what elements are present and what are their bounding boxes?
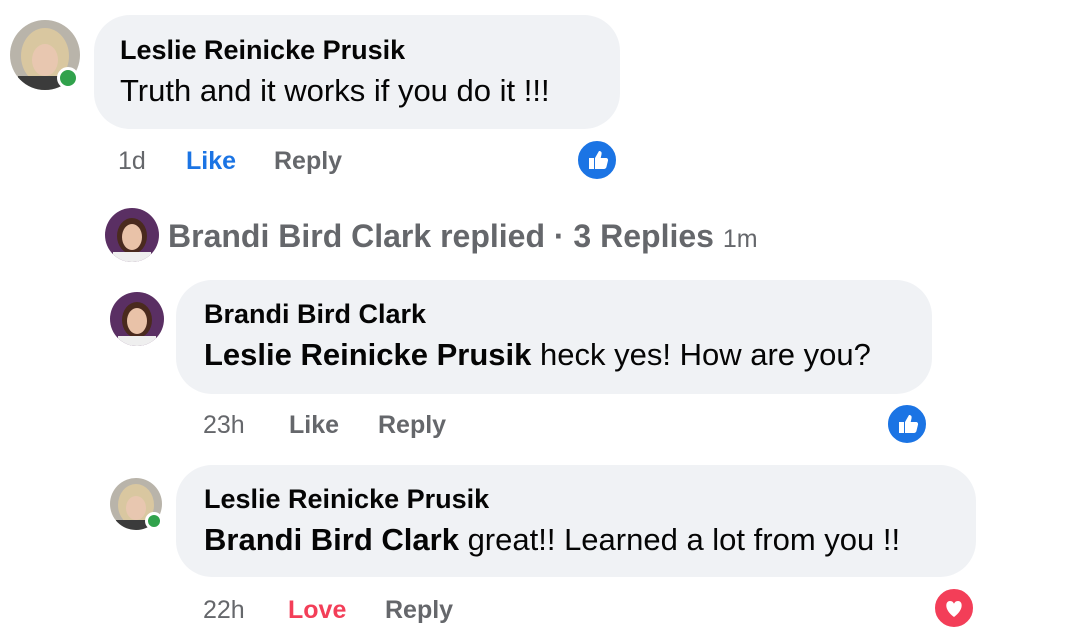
like-reaction-icon[interactable]	[575, 138, 619, 182]
reply-timestamp[interactable]: 22h	[203, 596, 245, 625]
online-status-dot	[57, 67, 79, 89]
reply-button[interactable]: Reply	[274, 147, 342, 176]
reply-button[interactable]: Reply	[385, 596, 453, 625]
reply-button[interactable]: Reply	[378, 411, 446, 440]
comment-text: Truth and it works if you do it !!!	[120, 73, 550, 108]
replied-verb: replied	[440, 218, 545, 254]
mention-link[interactable]: Leslie Reinicke Prusik	[204, 337, 531, 372]
like-button[interactable]: Like	[186, 147, 236, 176]
reply-body: great!! Learned a lot from you !!	[458, 522, 901, 557]
reply-author[interactable]: Leslie Reinicke Prusik	[204, 484, 489, 515]
comment-timestamp[interactable]: 1d	[118, 147, 146, 176]
replied-summary[interactable]: Brandi Bird Clark replied · 3 Replies 1m	[168, 218, 758, 255]
online-status-dot	[145, 512, 163, 530]
replied-separator: ·	[553, 218, 565, 254]
reply-text: Leslie Reinicke Prusik heck yes! How are…	[204, 337, 871, 373]
like-button[interactable]: Like	[289, 411, 339, 440]
avatar-brandi[interactable]	[110, 292, 164, 346]
reply-author[interactable]: Brandi Bird Clark	[204, 299, 426, 330]
reply-text: Brandi Bird Clark great!! Learned a lot …	[204, 522, 900, 558]
like-reaction-icon[interactable]	[885, 402, 929, 446]
replied-name[interactable]: Brandi Bird Clark	[168, 218, 431, 254]
reply-bubble	[176, 465, 976, 577]
avatar-brandi[interactable]	[105, 208, 159, 262]
replied-time: 1m	[722, 225, 758, 253]
reply-timestamp[interactable]: 23h	[203, 411, 245, 440]
comment-author[interactable]: Leslie Reinicke Prusik	[120, 35, 405, 66]
love-button[interactable]: Love	[288, 596, 346, 625]
love-reaction-icon[interactable]	[932, 586, 976, 630]
comment-bubble	[94, 15, 620, 129]
replied-count[interactable]: 3 Replies	[573, 218, 714, 254]
reply-body: heck yes! How are you?	[531, 337, 871, 372]
mention-link[interactable]: Brandi Bird Clark	[204, 522, 459, 557]
